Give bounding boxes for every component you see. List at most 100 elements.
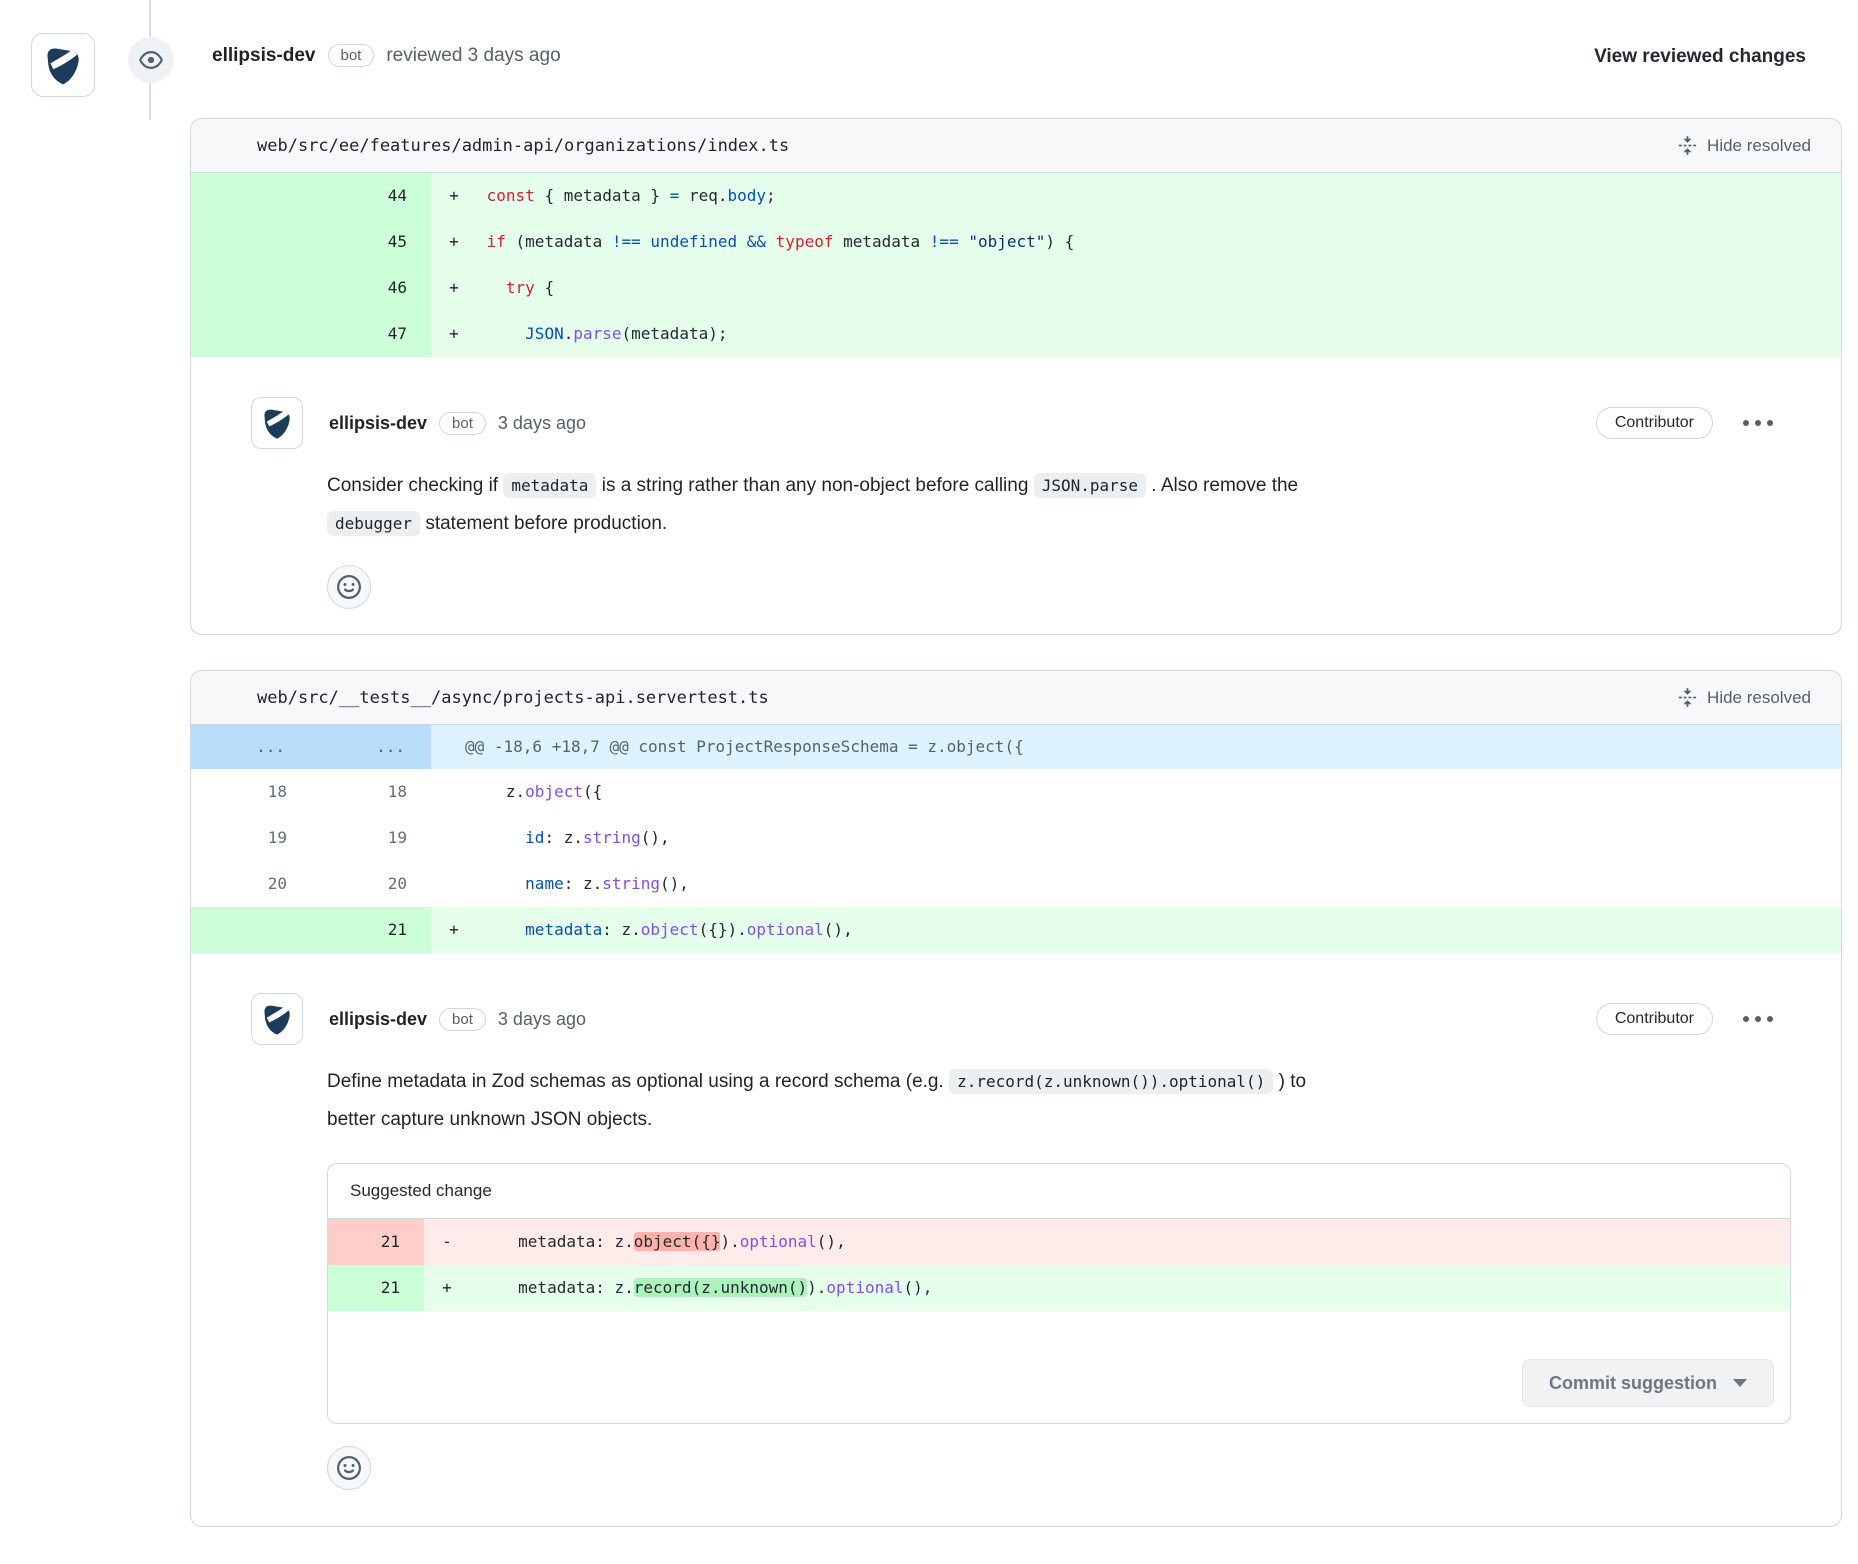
hide-resolved-button[interactable]: Hide resolved [1678, 688, 1811, 708]
line-number-new: 44 [311, 173, 431, 219]
suggested-change-label: Suggested change [328, 1164, 1790, 1219]
reviewer-name[interactable]: ellipsis-dev [212, 45, 316, 67]
pr-review-page: ellipsis-dev bot reviewed 3 days ago Vie… [0, 0, 1858, 1564]
code-line-text: try { [477, 265, 554, 311]
suggestion-line: 21+ metadata: z.record(z.unknown()).opti… [328, 1265, 1790, 1311]
code-cell: + metadata: z.object({}).optional(), [431, 907, 1841, 953]
diff-marker: + [431, 173, 477, 219]
diff-line: 21+ metadata: z.object({}).optional(), [191, 907, 1841, 953]
comment-timestamp[interactable]: 3 days ago [498, 413, 586, 434]
comment-header: ellipsis-dev bot 3 days ago Contributor [251, 397, 1775, 449]
diff-marker [431, 861, 477, 907]
diff-marker [431, 769, 477, 815]
diff-line: 44+ const { metadata } = req.body; [191, 173, 1841, 219]
line-number-new: 46 [311, 265, 431, 311]
line-number-old [191, 173, 311, 219]
line-number-old: 20 [191, 861, 311, 907]
chevron-down-icon [1733, 1379, 1747, 1387]
review-thread-card: web/src/ee/features/admin-api/organizati… [190, 118, 1842, 635]
hide-resolved-button[interactable]: Hide resolved [1678, 136, 1811, 156]
line-number-old [191, 219, 311, 265]
line-number: 21 [328, 1219, 424, 1265]
reviewer-avatar[interactable] [31, 33, 95, 97]
diff-block: 1818 z.object({1919 id: z.string(),2020 … [191, 769, 1841, 953]
code-cell: id: z.string(), [431, 815, 1841, 861]
inline-code: metadata [503, 473, 596, 498]
code-line-text: metadata: z.record(z.unknown()).optional… [470, 1265, 932, 1311]
add-reaction-button[interactable] [327, 565, 371, 609]
diff-marker: + [431, 907, 477, 953]
diff-line: 1818 z.object({ [191, 769, 1841, 815]
diff-marker: + [431, 311, 477, 357]
kebab-menu-button[interactable] [1741, 414, 1775, 432]
code-cell: name: z.string(), [431, 861, 1841, 907]
inline-code: JSON.parse [1034, 473, 1146, 498]
diff-line: 47+ JSON.parse(metadata); [191, 311, 1841, 357]
comment-avatar[interactable] [251, 993, 303, 1045]
comment-body: Consider checking if metadata is a strin… [327, 467, 1775, 543]
comment-meta: ellipsis-dev bot 3 days ago [329, 412, 586, 435]
fold-icon [1678, 136, 1697, 155]
code-line-text: name: z.string(), [477, 861, 689, 907]
comment-meta: ellipsis-dev bot 3 days ago [329, 1008, 586, 1031]
review-comment: ellipsis-dev bot 3 days ago Contributor … [191, 953, 1841, 1490]
comment-timestamp[interactable]: 3 days ago [498, 1009, 586, 1030]
diff-block: 44+ const { metadata } = req.body;45+ if… [191, 173, 1841, 357]
suggestion-diff: 21- metadata: z.object({}).optional(),21… [328, 1219, 1790, 1311]
comment-body: Define metadata in Zod schemas as option… [327, 1063, 1775, 1139]
ellipsis-logo-icon [260, 406, 294, 440]
comment-text-line: Define metadata in Zod schemas as option… [327, 1063, 1775, 1101]
code-line-text: metadata: z.object({}).optional(), [477, 907, 853, 953]
code-line-text: metadata: z.object({}).optional(), [470, 1219, 846, 1265]
ellipsis-logo-icon [260, 1002, 294, 1036]
inline-code: z.record(z.unknown()).optional() [949, 1069, 1273, 1094]
hide-resolved-label: Hide resolved [1707, 688, 1811, 708]
line-number-old [191, 265, 311, 311]
kebab-menu-button[interactable] [1741, 1010, 1775, 1028]
comment-author[interactable]: ellipsis-dev [329, 413, 427, 434]
inline-code: debugger [327, 511, 420, 536]
bot-badge: bot [439, 1008, 486, 1031]
comment-text-line: Consider checking if metadata is a strin… [327, 467, 1775, 505]
line-number-new: 20 [311, 861, 431, 907]
hunk-text: @@ -18,6 +18,7 @@ const ProjectResponseS… [431, 725, 1841, 769]
comment-avatar[interactable] [251, 397, 303, 449]
view-reviewed-changes-link[interactable]: View reviewed changes [1594, 46, 1806, 68]
suggestion-footer: Commit suggestion [328, 1311, 1790, 1423]
review-thread-card: web/src/__tests__/async/projects-api.ser… [190, 670, 1842, 1527]
hunk-gutter: ... ... [191, 725, 431, 769]
file-path-link[interactable]: web/src/ee/features/admin-api/organizati… [221, 136, 789, 156]
file-header: web/src/__tests__/async/projects-api.ser… [191, 671, 1841, 725]
code-cell: + if (metadata !== undefined && typeof m… [431, 219, 1841, 265]
commit-suggestion-label: Commit suggestion [1549, 1373, 1717, 1394]
add-reaction-button[interactable] [327, 1446, 371, 1490]
code-line-text: id: z.string(), [477, 815, 670, 861]
code-cell: + metadata: z.record(z.unknown()).option… [424, 1265, 1790, 1311]
ellipsis-logo-icon [42, 44, 84, 86]
diff-marker: + [424, 1265, 470, 1311]
suggested-change-block: Suggested change 21- metadata: z.object(… [327, 1163, 1791, 1424]
line-number-new: 45 [311, 219, 431, 265]
line-number-new: 21 [311, 907, 431, 953]
contributor-badge: Contributor [1596, 407, 1713, 439]
comment-author[interactable]: ellipsis-dev [329, 1009, 427, 1030]
file-path-link[interactable]: web/src/__tests__/async/projects-api.ser… [221, 688, 769, 708]
line-number-old: 18 [191, 769, 311, 815]
hunk-dots-old: ... [191, 725, 311, 769]
code-cell: - metadata: z.object({}).optional(), [424, 1219, 1790, 1265]
comment-header: ellipsis-dev bot 3 days ago Contributor [251, 993, 1775, 1045]
line-number-old: 19 [191, 815, 311, 861]
line-number-old [191, 311, 311, 357]
comment-text-line: better capture unknown JSON objects. [327, 1101, 1775, 1139]
code-line-text: JSON.parse(metadata); [477, 311, 727, 357]
hunk-header: ... ... @@ -18,6 +18,7 @@ const ProjectR… [191, 725, 1841, 769]
smiley-icon [337, 575, 361, 599]
diff-line: 45+ if (metadata !== undefined && typeof… [191, 219, 1841, 265]
fold-icon [1678, 688, 1697, 707]
diff-line: 2020 name: z.string(), [191, 861, 1841, 907]
line-number-new: 18 [311, 769, 431, 815]
commit-suggestion-button[interactable]: Commit suggestion [1522, 1359, 1774, 1407]
bot-badge: bot [328, 44, 375, 67]
review-timeline-badge [128, 37, 174, 83]
diff-line: 46+ try { [191, 265, 1841, 311]
